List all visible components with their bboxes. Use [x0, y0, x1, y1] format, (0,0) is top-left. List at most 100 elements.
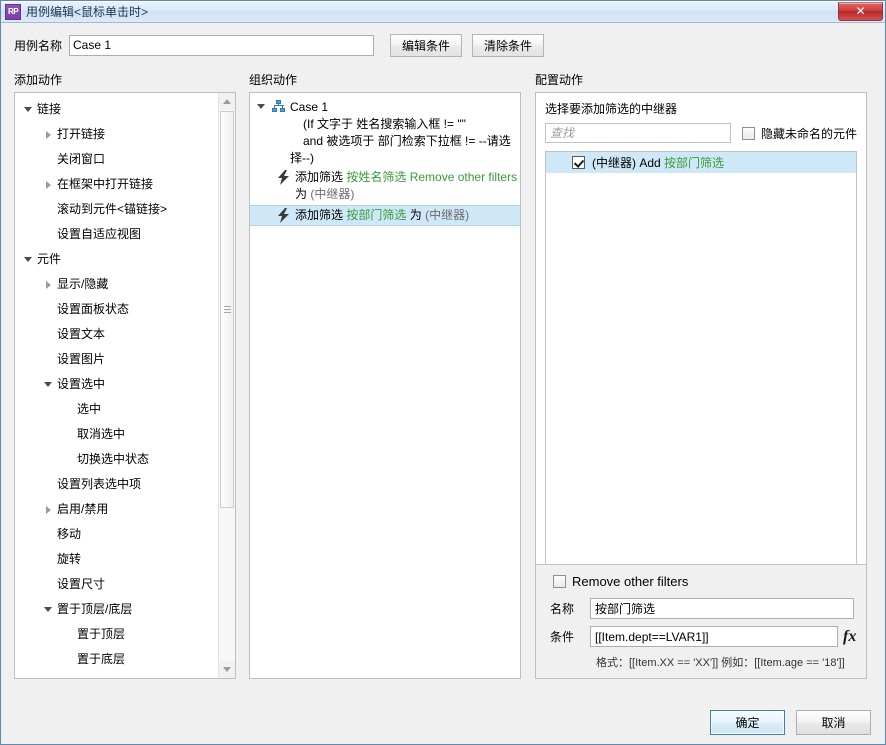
- action-target: 按姓名筛选 Remove other filters: [346, 170, 518, 184]
- action-text: 添加筛选 按姓名筛选 Remove other filters 为 (中继器): [295, 169, 520, 203]
- tree-item[interactable]: 滚动到元件<锚链接>: [15, 197, 218, 222]
- case-name-input[interactable]: [69, 34, 375, 56]
- tree-item-label: 滚动到元件<锚链接>: [57, 202, 168, 216]
- title-bar: RP 用例编辑<鼠标单击时> ✕: [1, 1, 885, 23]
- action-suffix-label: 为: [295, 187, 308, 201]
- expand-collapse-icon[interactable]: [256, 101, 267, 112]
- tree-item[interactable]: 设置选中: [15, 372, 218, 397]
- tree-item-label: 打开链接: [57, 127, 106, 141]
- clear-condition-button[interactable]: 清除条件: [472, 33, 545, 57]
- filter-condition-label: 条件: [550, 630, 575, 644]
- case-condition-line-3: 择--): [290, 151, 314, 165]
- tree-item[interactable]: 设置文本: [15, 322, 218, 347]
- tree-item[interactable]: 关闭窗口: [15, 147, 218, 172]
- configure-action-panel: 选择要添加筛选的中继器 隐藏未命名的元件 (中继器) Add 按部门筛选: [535, 92, 867, 679]
- tree-item[interactable]: 置于顶层: [15, 622, 218, 647]
- filter-settings: Remove other filters 名称 条件 fx 格式：[[Item.…: [536, 564, 866, 678]
- action-tree[interactable]: 链接打开链接关闭窗口 在框架中打开链接滚动到元件<锚链接> 设置自适应视图元件 显示/…: [15, 93, 218, 678]
- tree-item[interactable]: 在框架中打开链接: [15, 172, 218, 197]
- tree-item[interactable]: 设置列表选中项: [15, 472, 218, 497]
- action-list[interactable]: Case 1 (If 文字于 姓名搜索输入框 != "" and 被选项于 部门…: [250, 93, 520, 226]
- tree-item-label: 设置尺寸: [57, 577, 106, 591]
- action-row-add-filter-dept[interactable]: 添加筛选 按部门筛选 为 (中继器): [250, 205, 520, 226]
- hide-unnamed-checkbox[interactable]: [741, 126, 755, 140]
- tree-item[interactable]: 旋转: [15, 547, 218, 572]
- remove-other-filters-row[interactable]: Remove other filters: [545, 574, 857, 589]
- action-tree-scrollbar[interactable]: [218, 93, 235, 678]
- configure-action-column: 配置动作 选择要添加筛选的中继器 隐藏未命名的元件 (中: [535, 71, 867, 679]
- expand-collapse-icon[interactable]: [43, 379, 54, 390]
- repeater-list[interactable]: (中继器) Add 按部门筛选: [545, 151, 857, 564]
- edit-condition-button[interactable]: 编辑条件: [390, 33, 463, 57]
- repeater-selector-header: 选择要添加筛选的中继器 隐藏未命名的元件: [536, 93, 866, 143]
- tree-item[interactable]: 启用/禁用: [15, 497, 218, 522]
- case-condition-line-2: and 被选项于 部门检索下拉框 != --请选: [303, 134, 511, 148]
- tree-item[interactable]: 设置图片: [15, 347, 218, 372]
- case-node[interactable]: Case 1 (If 文字于 姓名搜索输入框 != "" and 被选项于 部门…: [250, 99, 520, 167]
- tree-item[interactable]: 切换选中状态: [15, 447, 218, 472]
- scrollbar-thumb[interactable]: [220, 111, 234, 508]
- expand-collapse-icon[interactable]: [43, 279, 54, 290]
- repeater-search-row: 隐藏未命名的元件: [545, 123, 857, 143]
- action-suffix-value: (中继器): [425, 208, 470, 222]
- tree-item[interactable]: 显示/隐藏: [15, 272, 218, 297]
- search-input[interactable]: [545, 123, 731, 143]
- expand-collapse-icon[interactable]: [43, 604, 54, 615]
- add-action-panel: 链接打开链接关闭窗口 在框架中打开链接滚动到元件<锚链接> 设置自适应视图元件 显示/…: [14, 92, 236, 679]
- configure-action-title: 配置动作: [535, 73, 584, 87]
- repeater-list-item[interactable]: (中继器) Add 按部门筛选: [546, 152, 856, 173]
- filter-condition-input[interactable]: [590, 626, 838, 647]
- expand-collapse-icon[interactable]: [23, 254, 34, 265]
- tree-item[interactable]: 设置面板状态: [15, 297, 218, 322]
- expand-collapse-icon[interactable]: [43, 129, 54, 140]
- tree-item[interactable]: Set Opacity: [15, 672, 218, 678]
- tree-item-label: 置于顶层: [77, 627, 126, 641]
- tree-item-label: 设置自适应视图: [57, 227, 142, 241]
- hide-unnamed-checkbox-wrap[interactable]: 隐藏未命名的元件: [741, 125, 857, 142]
- expand-collapse-icon[interactable]: [43, 504, 54, 515]
- tree-item-label: 链接: [37, 102, 62, 116]
- remove-other-filters-checkbox[interactable]: [553, 575, 566, 588]
- expand-collapse-icon[interactable]: [23, 104, 34, 115]
- tree-item[interactable]: 打开链接: [15, 122, 218, 147]
- tree-item[interactable]: 链接: [15, 97, 218, 122]
- tree-item[interactable]: 选中: [15, 397, 218, 422]
- tree-item-label: 设置文本: [57, 327, 106, 341]
- organize-action-title: 组织动作: [249, 73, 298, 87]
- tree-item[interactable]: 设置尺寸: [15, 572, 218, 597]
- tree-item[interactable]: 移动: [15, 522, 218, 547]
- scroll-up-icon[interactable]: [219, 93, 235, 110]
- repeater-item-name: 按部门筛选: [664, 156, 725, 170]
- ok-button[interactable]: 确定: [710, 709, 785, 735]
- scroll-down-icon[interactable]: [219, 661, 235, 678]
- organize-action-panel: Case 1 (If 文字于 姓名搜索输入框 != "" and 被选项于 部门…: [249, 92, 521, 679]
- hide-unnamed-label: 隐藏未命名的元件: [760, 126, 857, 141]
- expand-collapse-icon[interactable]: [43, 179, 54, 190]
- action-suffix-label: 为: [409, 208, 422, 222]
- action-row-add-filter-name[interactable]: 添加筛选 按姓名筛选 Remove other filters 为 (中继器): [250, 167, 520, 205]
- tree-item[interactable]: 置于底层: [15, 647, 218, 672]
- action-text: 添加筛选 按部门筛选 为 (中继器): [295, 207, 520, 224]
- case-name-label: 用例名称: [14, 38, 63, 53]
- filter-name-input[interactable]: [590, 598, 854, 619]
- remove-other-filters-label: Remove other filters: [572, 574, 689, 589]
- window-title: 用例编辑<鼠标单击时>: [26, 5, 149, 19]
- case-edit-dialog: RP 用例编辑<鼠标单击时> ✕ 用例名称 编辑条件 清除条件 添加动作 链接打…: [0, 0, 886, 745]
- add-action-title: 添加动作: [14, 73, 63, 87]
- repeater-item-checkbox[interactable]: [572, 156, 585, 169]
- close-icon[interactable]: ✕: [838, 2, 883, 21]
- tree-item[interactable]: 置于顶层/底层: [15, 597, 218, 622]
- tree-item[interactable]: 取消选中: [15, 422, 218, 447]
- tree-item-label: 移动: [57, 527, 82, 541]
- cancel-button[interactable]: 取消: [796, 709, 871, 735]
- tree-item[interactable]: 设置自适应视图: [15, 222, 218, 247]
- tree-item[interactable]: 元件: [15, 247, 218, 272]
- fx-icon[interactable]: fx: [843, 628, 856, 645]
